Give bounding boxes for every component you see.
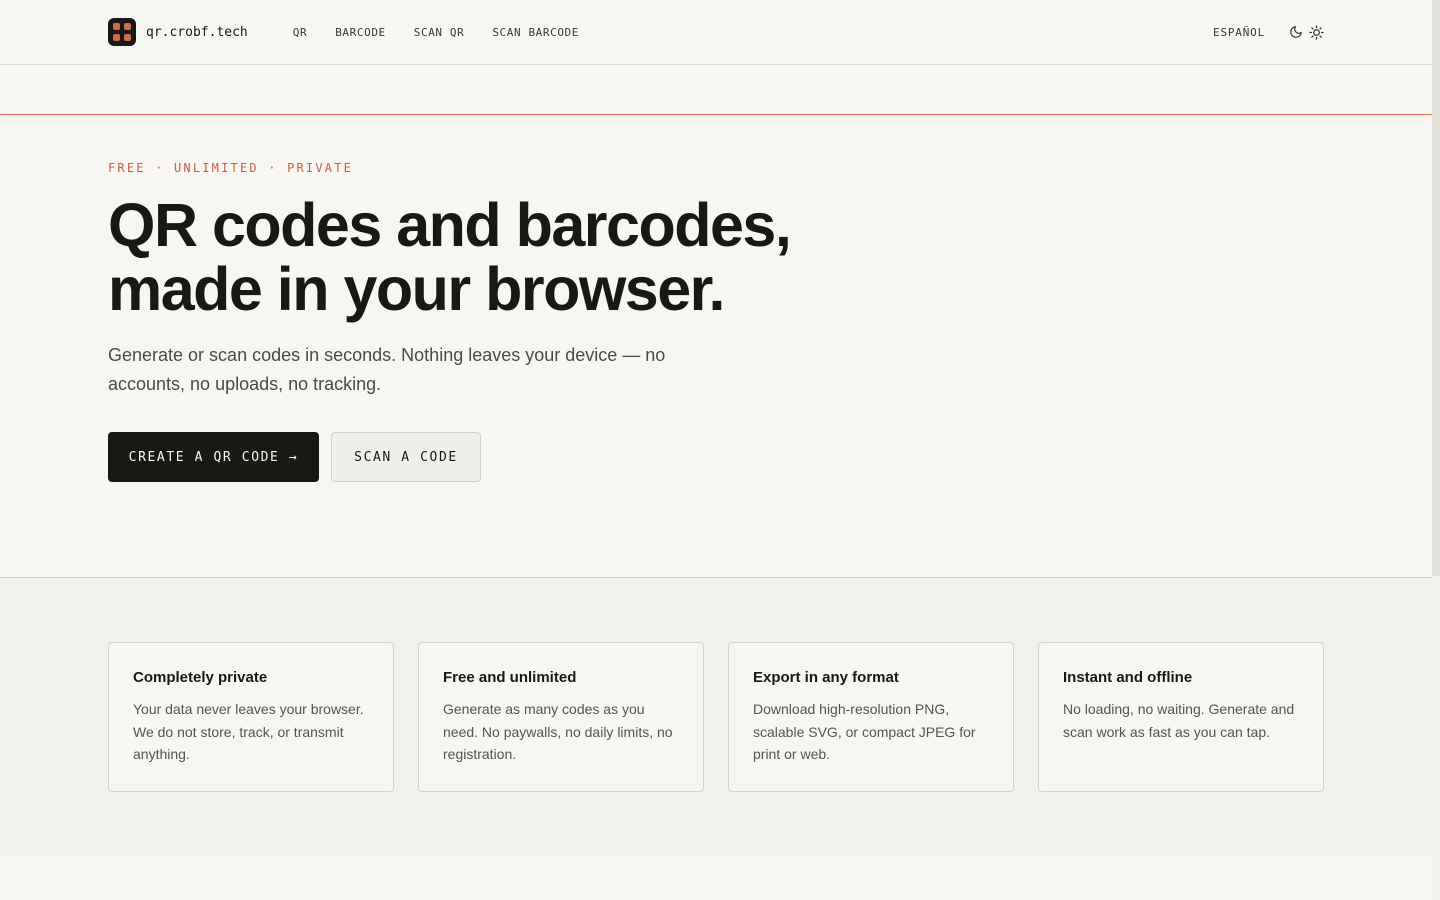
- scrollbar[interactable]: [1432, 0, 1440, 900]
- language-switch[interactable]: ESPAÑOL: [1213, 26, 1265, 39]
- hero-eyebrow: FREE · UNLIMITED · PRIVATE: [108, 161, 354, 175]
- feature-title: Free and unlimited: [443, 669, 577, 686]
- feature-card-private: Completely private Your data never leave…: [108, 642, 394, 792]
- feature-card-offline: Instant and offline No loading, no waiti…: [1038, 642, 1324, 792]
- create-qr-button[interactable]: CREATE A QR CODE →: [108, 432, 319, 482]
- scrollbar-thumb[interactable]: [1432, 0, 1440, 576]
- moon-icon[interactable]: [1289, 25, 1303, 39]
- header-actions: ESPAÑOL: [1213, 24, 1324, 40]
- feature-card-export: Export in any format Download high-resol…: [728, 642, 1014, 792]
- nav-item-barcode[interactable]: BARCODE: [335, 26, 386, 39]
- scan-code-button[interactable]: SCAN A CODE: [331, 432, 481, 482]
- feature-title: Completely private: [133, 669, 268, 686]
- nav-item-scan-barcode[interactable]: SCAN BARCODE: [492, 26, 579, 39]
- main-nav: QR BARCODE SCAN QR SCAN BARCODE: [293, 26, 579, 39]
- hero-actions: CREATE A QR CODE → SCAN A CODE: [108, 432, 1324, 482]
- hero-title-line-1: QR codes and barcodes,: [108, 191, 792, 259]
- hero-title-line-2: made in your browser.: [108, 255, 725, 323]
- feature-title: Export in any format: [753, 669, 899, 686]
- hero-subtitle: Generate or scan codes in seconds. Nothi…: [108, 345, 666, 394]
- nav-item-qr[interactable]: QR: [293, 26, 307, 39]
- site-header: qr.crobf.tech QR BARCODE SCAN QR SCAN BA…: [0, 0, 1432, 65]
- hero-title: QR codes and barcodes, made in your brow…: [108, 193, 868, 321]
- sun-icon[interactable]: [1309, 24, 1324, 40]
- feature-card-unlimited: Free and unlimited Generate as many code…: [418, 642, 704, 792]
- qr-logo-icon: [108, 18, 136, 46]
- accent-strip: [0, 65, 1432, 115]
- nav-item-scan-qr[interactable]: SCAN QR: [414, 26, 465, 39]
- feature-body: No loading, no waiting. Generate and sca…: [1063, 701, 1295, 740]
- feature-body: Download high-resolution PNG, scalable S…: [753, 701, 976, 762]
- features-section: Completely private Your data never leave…: [0, 577, 1432, 855]
- brand-link[interactable]: qr.crobf.tech: [108, 18, 248, 46]
- feature-body: Your data never leaves your browser. We …: [133, 701, 364, 762]
- page-bottom: [0, 855, 1432, 900]
- page: qr.crobf.tech QR BARCODE SCAN QR SCAN BA…: [0, 0, 1432, 900]
- feature-list: Completely private Your data never leave…: [108, 642, 1324, 792]
- theme-toggle[interactable]: [1289, 24, 1324, 40]
- feature-title: Instant and offline: [1063, 669, 1193, 686]
- hero-section: FREE · UNLIMITED · PRIVATE QR codes and …: [0, 115, 1432, 577]
- feature-body: Generate as many codes as you need. No p…: [443, 701, 673, 762]
- brand-name: qr.crobf.tech: [146, 24, 248, 40]
